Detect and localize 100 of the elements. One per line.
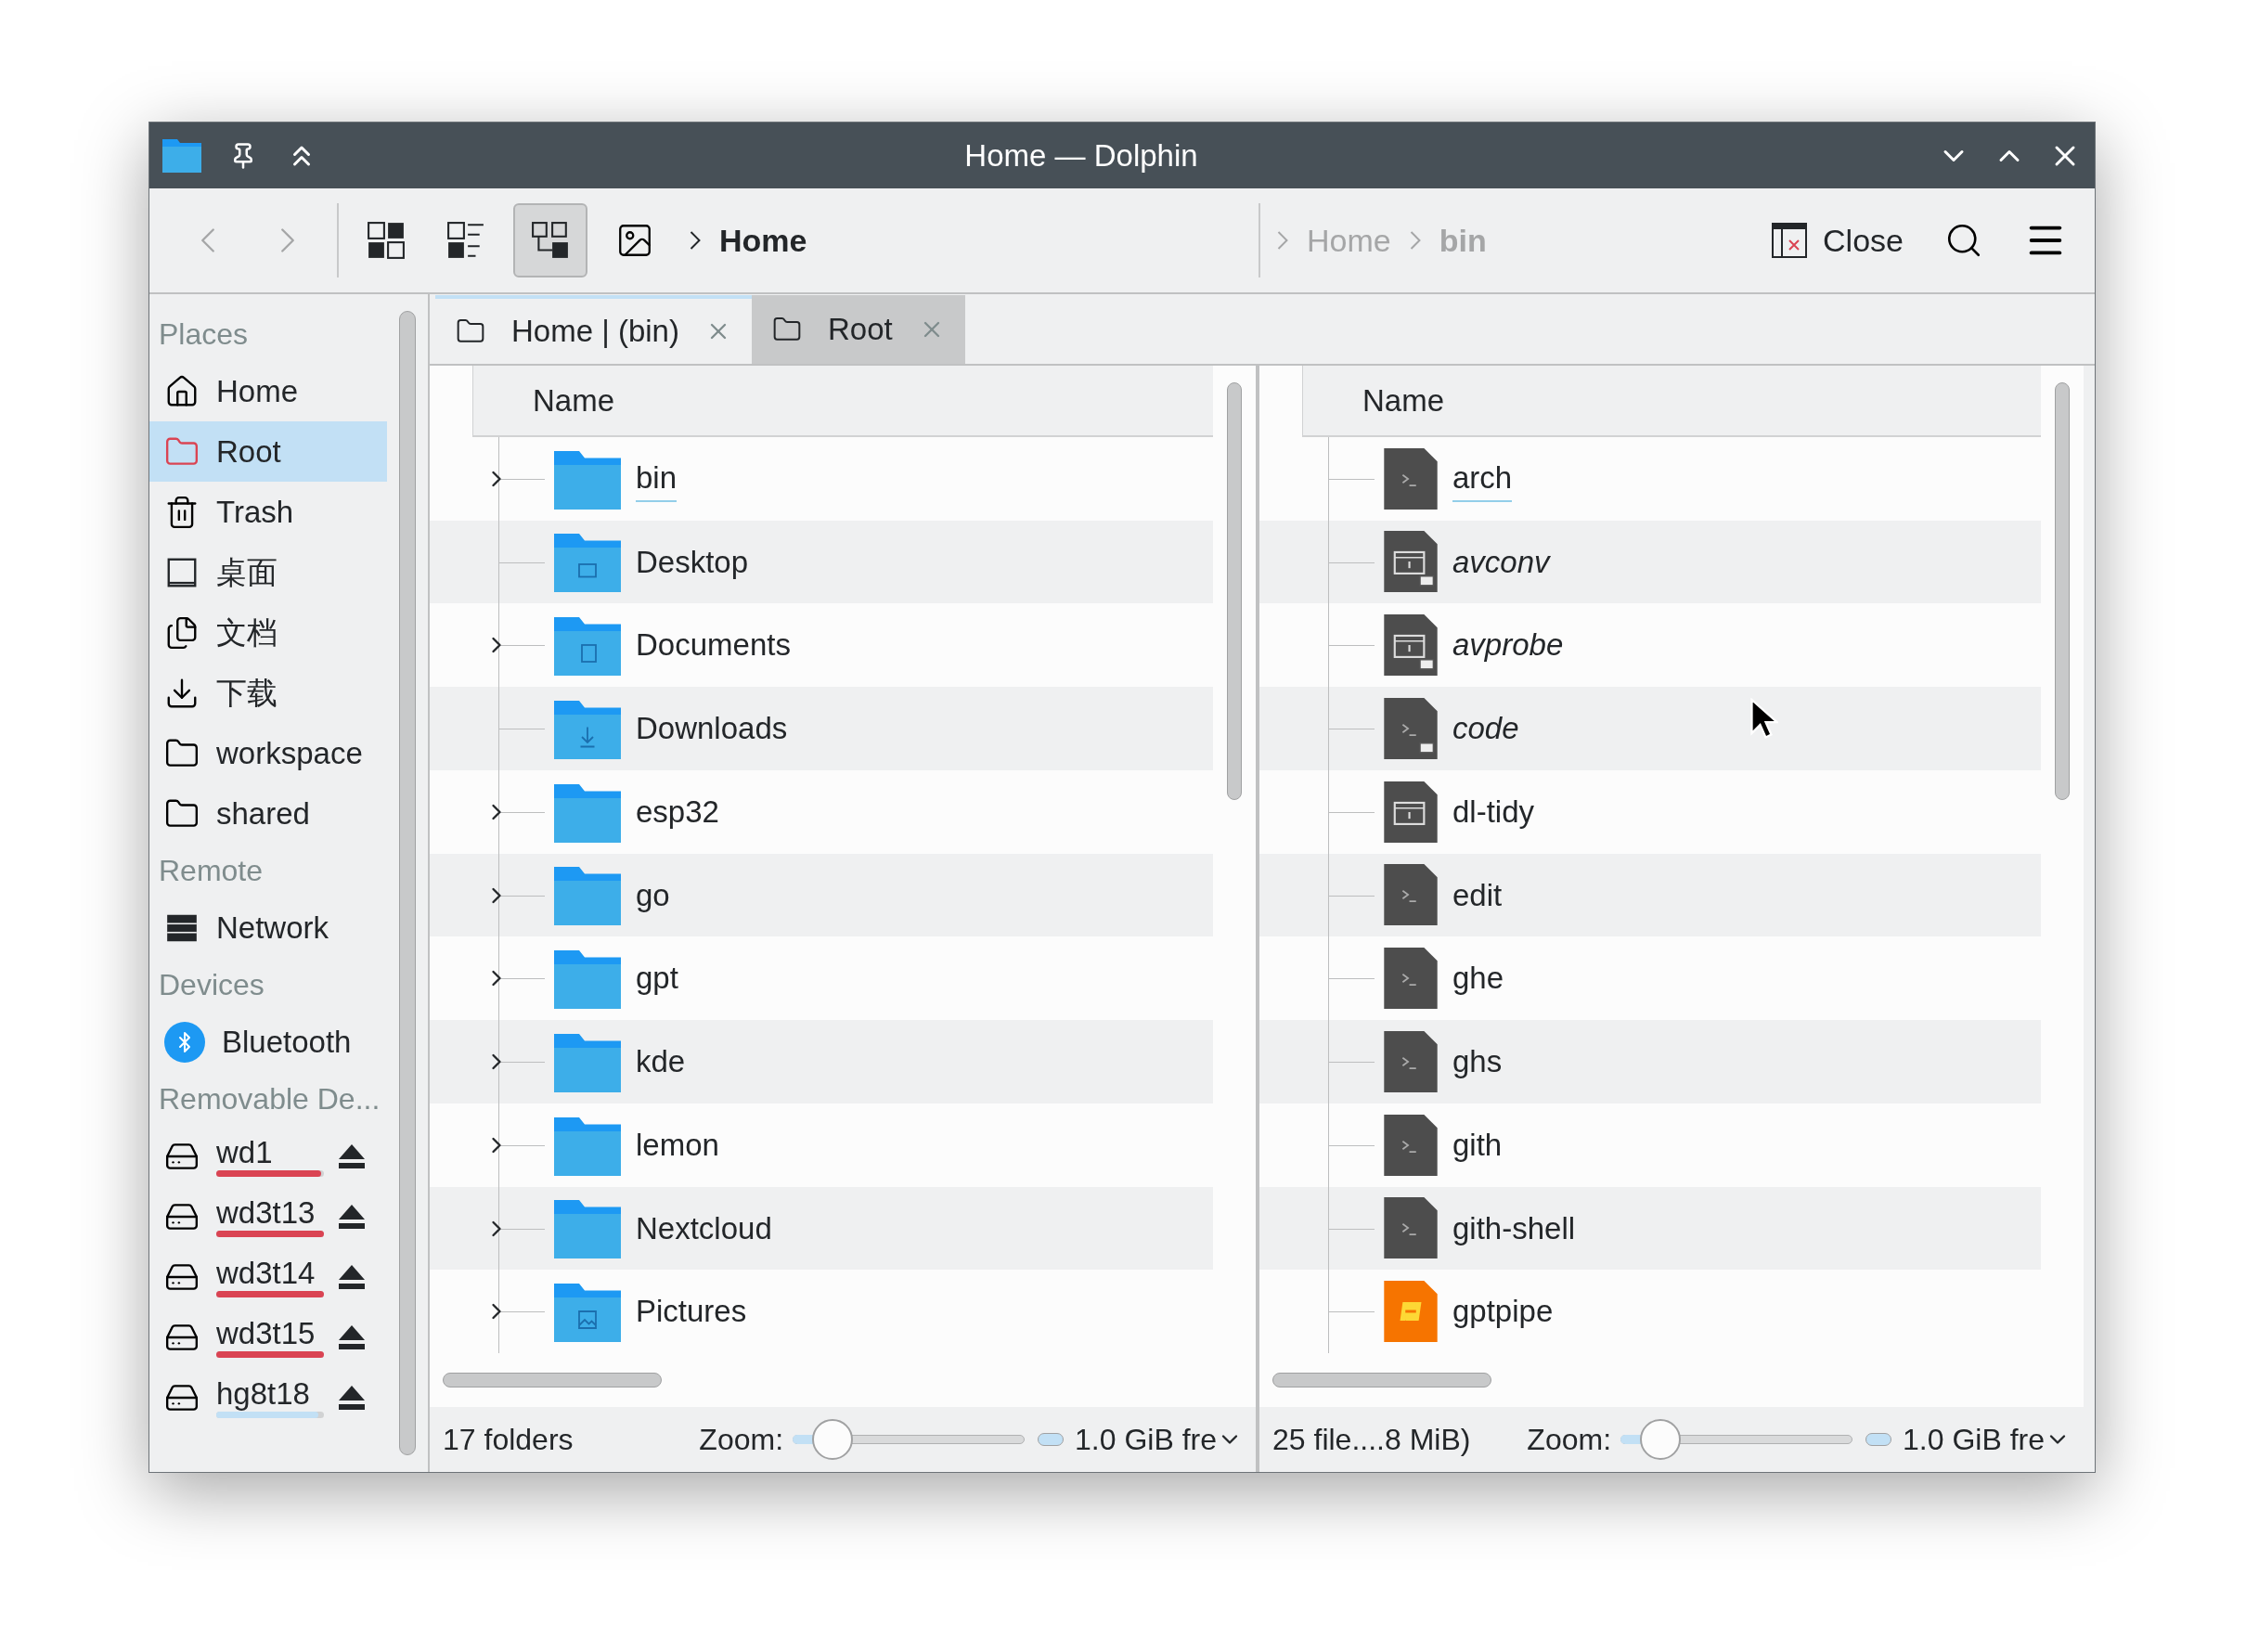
executable-file-icon — [1384, 614, 1438, 677]
script-file-icon — [1384, 697, 1438, 759]
sidebar-label: Trash — [216, 493, 294, 531]
file-name: kde — [636, 1043, 686, 1081]
file-row[interactable]: edit — [1259, 853, 2041, 937]
sidebar-label: 文档 — [216, 613, 278, 652]
file-name: code — [1452, 710, 1519, 748]
status-text: 17 folders — [443, 1422, 574, 1458]
sidebar-item[interactable]: 下载 — [149, 663, 387, 723]
file-row[interactable]: kde — [430, 1020, 1213, 1103]
sidebar-item[interactable]: wd3t13 — [149, 1186, 387, 1246]
column-header[interactable]: Name — [1302, 366, 2041, 437]
file-name: Nextcloud — [636, 1209, 772, 1247]
sidebar-item[interactable]: Trash — [149, 482, 387, 542]
file-row[interactable]: Downloads — [430, 687, 1213, 770]
free-space-text: 1.0 GiB fre — [1903, 1422, 2045, 1458]
file-name: gith-shell — [1452, 1209, 1576, 1247]
zoom-label: Zoom: — [699, 1422, 784, 1458]
section-heading: Remote — [158, 853, 265, 889]
executable-file-icon — [1384, 781, 1438, 843]
breadcrumb-separator-icon — [1277, 230, 1288, 251]
breadcrumb-separator-icon — [1409, 230, 1421, 251]
status-text: 25 file....8 MiB) — [1272, 1422, 1471, 1458]
sidebar-item[interactable]: wd1 — [149, 1126, 387, 1186]
zoom-slider[interactable] — [1620, 1418, 1853, 1461]
mouse-cursor-icon — [1750, 698, 1778, 741]
folder-icon — [554, 1197, 621, 1259]
sidebar-item[interactable]: Network — [149, 897, 387, 958]
column-header[interactable]: Name — [472, 366, 1213, 437]
zoom-label: Zoom: — [1527, 1422, 1612, 1458]
details-view-button[interactable] — [513, 203, 587, 277]
file-row[interactable]: Desktop — [430, 520, 1213, 604]
sidebar-label: Root — [216, 432, 281, 471]
folder-icon — [554, 1281, 621, 1343]
sidebar-item[interactable]: wd3t14 — [149, 1246, 387, 1307]
close-split-icon — [1771, 222, 1809, 259]
sidebar-label: Network — [216, 909, 329, 947]
file-name: dl-tidy — [1452, 793, 1535, 831]
file-name: Pictures — [636, 1293, 747, 1331]
sidebar-label: Bluetooth — [222, 1023, 352, 1061]
scrollbar[interactable] — [443, 1373, 662, 1387]
section-heading: Removable De... — [158, 1081, 381, 1117]
section-heading: Places — [158, 316, 250, 353]
sidebar-item[interactable]: wd3t15 — [149, 1307, 387, 1367]
file-name: esp32 — [636, 793, 719, 831]
file-row[interactable]: code — [1259, 687, 2041, 770]
tab-label: Root — [827, 311, 893, 349]
bluetooth-icon — [164, 1021, 205, 1063]
free-space-text: 1.0 GiB fre — [1075, 1422, 1217, 1458]
file-name: avprobe — [1452, 626, 1564, 665]
sidebar-item[interactable]: Home — [149, 361, 387, 421]
file-row[interactable]: ghs — [1259, 1020, 2041, 1103]
sidebar-item[interactable]: workspace — [149, 723, 387, 783]
executable-file-icon — [1384, 531, 1438, 593]
script-file-icon — [1384, 1030, 1438, 1092]
folder-icon — [162, 138, 201, 173]
folder-icon — [554, 948, 621, 1010]
scrollbar[interactable] — [1227, 382, 1242, 800]
breadcrumb-item[interactable]: Home — [708, 216, 819, 265]
folder-icon — [554, 614, 621, 677]
file-row[interactable]: go — [430, 853, 1213, 937]
file-name: arch — [1452, 454, 1513, 503]
file-name: gptpipe — [1452, 1293, 1554, 1331]
sidebar-label: wd3t15 — [216, 1316, 316, 1351]
file-name: gith — [1452, 1126, 1503, 1164]
script-file-icon — [1384, 447, 1438, 510]
sidebar-label: wd3t14 — [216, 1256, 316, 1291]
folder-icon — [554, 864, 621, 926]
sidebar-item[interactable]: Root — [149, 421, 387, 482]
scrollbar[interactable] — [399, 311, 416, 1455]
sidebar-item[interactable]: shared — [149, 783, 387, 844]
script-file-icon — [1384, 1197, 1438, 1259]
close-view-button[interactable]: Close — [1771, 216, 1904, 265]
file-row[interactable]: avconv — [1259, 520, 2041, 604]
sidebar-label: Home — [216, 372, 299, 410]
icons-view-icon[interactable] — [367, 221, 406, 260]
zoom-slider[interactable] — [793, 1418, 1026, 1461]
file-row[interactable]: Nextcloud — [430, 1186, 1213, 1271]
file-name: Downloads — [636, 710, 788, 748]
sidebar-item[interactable]: Bluetooth — [149, 1012, 387, 1072]
sidebar-label: wd1 — [216, 1135, 274, 1170]
details-view-icon — [531, 221, 570, 260]
sidebar-label: hg8t18 — [216, 1376, 311, 1412]
scrollbar[interactable] — [1272, 1373, 1491, 1387]
file-name: lemon — [636, 1126, 719, 1164]
file-name: Documents — [636, 626, 791, 665]
compact-view-icon[interactable] — [446, 221, 485, 260]
sidebar-item[interactable]: hg8t18 — [149, 1367, 387, 1427]
tab[interactable]: Root — [751, 295, 965, 364]
file-name: ghs — [1452, 1043, 1503, 1081]
file-row[interactable]: gith-shell — [1259, 1186, 2041, 1271]
sidebar-label: 桌面 — [216, 553, 278, 591]
script-file-icon — [1384, 948, 1438, 1010]
file-name: Desktop — [636, 543, 749, 581]
breadcrumb-separator-icon — [690, 230, 701, 251]
sidebar-item[interactable]: 文档 — [149, 602, 387, 663]
python-file-icon — [1384, 1281, 1438, 1343]
scrollbar[interactable] — [2055, 382, 2070, 800]
sidebar-item[interactable]: 桌面 — [149, 542, 387, 602]
script-file-icon — [1384, 864, 1438, 926]
